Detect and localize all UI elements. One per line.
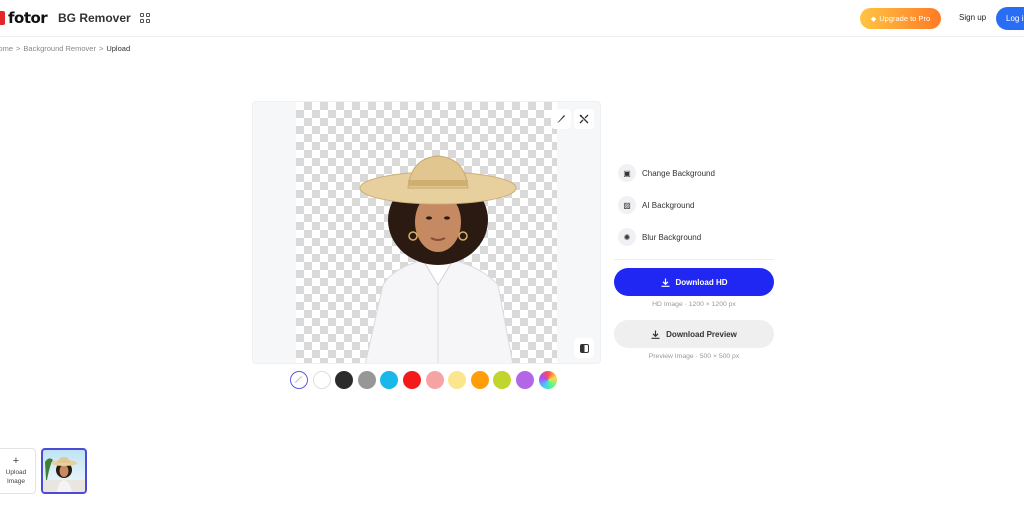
image-canvas[interactable] <box>252 101 601 364</box>
breadcrumb-upload: Upload <box>106 44 131 53</box>
diamond-icon: ◆ <box>870 15 877 23</box>
plus-icon: + <box>12 455 20 468</box>
upgrade-to-pro-button[interactable]: ◆ Upgrade to Pro <box>860 8 941 29</box>
upload-label-line1: Upload <box>5 469 27 477</box>
swatch-red[interactable] <box>402 371 421 389</box>
swatch-black[interactable] <box>335 371 354 389</box>
download-hd-label: Download HD <box>675 277 728 287</box>
swatch-orange[interactable] <box>470 371 489 389</box>
fotor-logo[interactable]: fotor <box>0 8 48 28</box>
download-icon <box>661 278 669 287</box>
upgrade-label: Upgrade to Pro <box>879 14 931 23</box>
download-preview-label: Download Preview <box>666 329 737 339</box>
ai-image-icon: ▨ <box>618 196 636 214</box>
swatch-custom-color[interactable] <box>538 371 557 389</box>
product-name: BG Remover <box>58 11 131 25</box>
compare-button[interactable] <box>574 338 594 358</box>
swatch-light-yellow[interactable] <box>448 371 467 389</box>
grid-icon[interactable] <box>140 13 150 23</box>
uploaded-image-thumbnail[interactable] <box>41 448 87 494</box>
divider <box>614 259 774 260</box>
magic-erase-icon <box>579 114 589 124</box>
download-hd-button[interactable]: Download HD <box>614 268 774 296</box>
background-color-swatches <box>290 371 557 389</box>
magic-erase-button[interactable] <box>574 109 594 129</box>
blur-icon: ✺ <box>618 228 636 246</box>
change-background-option[interactable]: ▣ Change Background <box>618 163 715 183</box>
swatch-purple[interactable] <box>515 371 534 389</box>
brush-icon <box>557 115 565 123</box>
option-label: Blur Background <box>642 232 702 242</box>
upload-image-button[interactable]: + Upload Image <box>0 448 36 494</box>
hd-image-info: HD Image · 1200 × 1200 px <box>652 301 736 308</box>
breadcrumb-separator: > <box>16 44 21 53</box>
swatch-cyan[interactable] <box>380 371 399 389</box>
ai-background-option[interactable]: ▨ AI Background <box>618 195 694 215</box>
breadcrumb-background-remover[interactable]: Background Remover <box>23 44 96 53</box>
compare-icon <box>579 343 589 353</box>
swatch-lime[interactable] <box>493 371 512 389</box>
cutout-subject-image <box>359 155 517 363</box>
logo-mark <box>0 11 5 25</box>
preview-image-info: Preview Image · 500 × 500 px <box>648 353 740 360</box>
download-preview-button[interactable]: Download Preview <box>614 320 774 348</box>
breadcrumb: Home > Background Remover > Upload <box>0 44 130 53</box>
swatch-gray[interactable] <box>357 371 376 389</box>
swatch-transparent[interactable] <box>290 371 308 389</box>
option-label: AI Background <box>642 200 695 210</box>
brush-tool-button[interactable] <box>551 109 571 129</box>
upload-label-line2: Image <box>6 477 26 485</box>
log-in-button[interactable]: Log in <box>996 7 1024 30</box>
sign-up-link[interactable]: Sign up <box>959 13 986 22</box>
option-label: Change Background <box>642 168 715 178</box>
blur-background-option[interactable]: ✺ Blur Background <box>618 227 701 247</box>
logo-text: fotor <box>8 9 48 27</box>
top-header: fotor BG Remover ◆ Upgrade to Pro Sign u… <box>0 0 1024 37</box>
download-icon <box>651 330 660 339</box>
image-frame-icon: ▣ <box>618 164 636 182</box>
swatch-white[interactable] <box>312 371 331 389</box>
swatch-pink[interactable] <box>425 371 444 389</box>
thumbnail-image <box>43 457 85 492</box>
breadcrumb-separator: > <box>98 44 104 53</box>
breadcrumb-home[interactable]: Home <box>0 44 13 53</box>
